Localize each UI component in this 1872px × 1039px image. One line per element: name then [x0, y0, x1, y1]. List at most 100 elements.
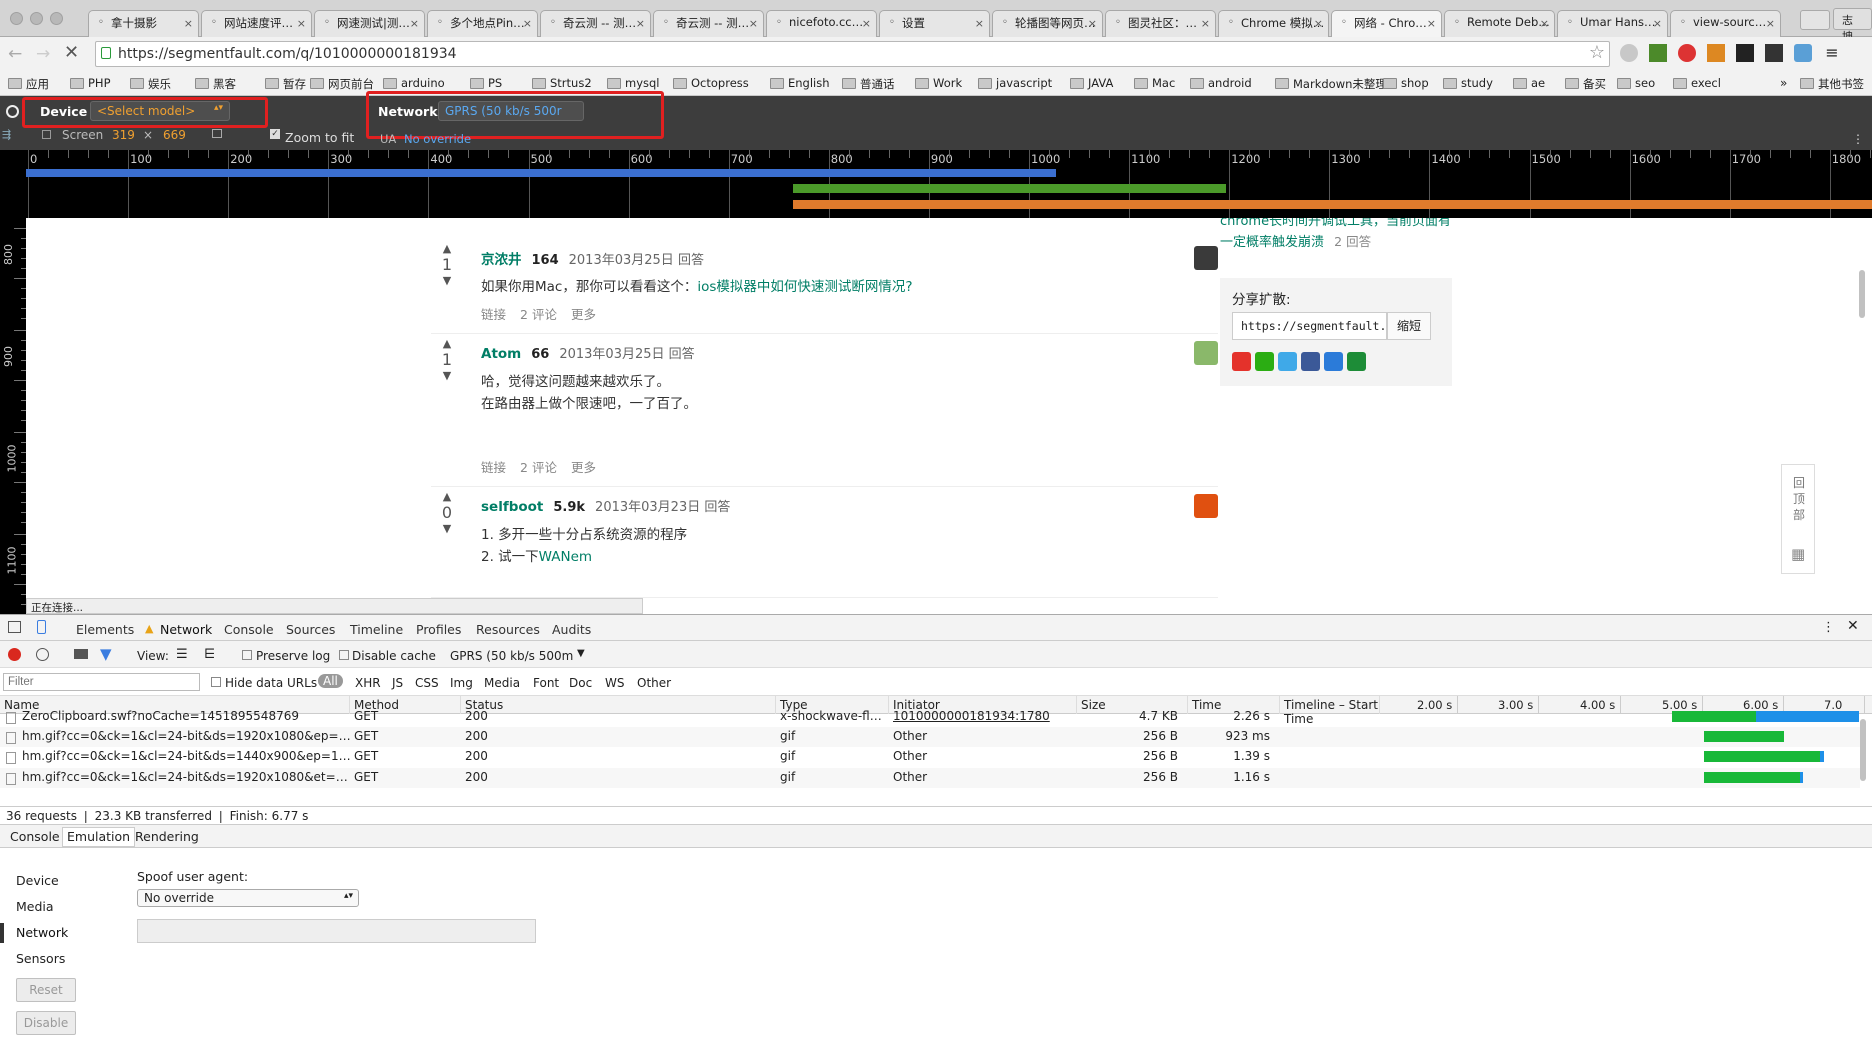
emulation-nav-item[interactable]: Media [0, 897, 100, 917]
extension-fe-icon[interactable] [1707, 44, 1725, 62]
forward-arrow-icon[interactable]: → [36, 44, 50, 64]
bookmarks-more[interactable]: » [1780, 76, 1787, 90]
bookmark-item[interactable]: javascript [978, 76, 1052, 90]
browser-tab[interactable]: ◦ 网速测试|测… × [314, 10, 425, 37]
avatar[interactable] [1194, 494, 1218, 518]
avatar[interactable] [1194, 246, 1218, 270]
disable-button[interactable]: Disable [16, 1011, 76, 1035]
bookmark-item[interactable]: study [1443, 76, 1493, 90]
table-row[interactable]: ZeroClipboard.swf?noCache=1451895548769 G… [0, 707, 1860, 727]
filter-type-button[interactable]: CSS [415, 676, 439, 690]
screen-height[interactable]: 669 [163, 128, 186, 142]
filter-type-button[interactable]: JS [392, 676, 403, 690]
weibo-icon[interactable] [1232, 352, 1251, 371]
devtools-tab[interactable]: Audits [552, 622, 591, 637]
filter-type-button[interactable]: XHR [355, 676, 381, 690]
extension-gray-icon[interactable] [1620, 44, 1638, 62]
douban-icon[interactable] [1347, 352, 1366, 371]
filter-type-button[interactable]: All [318, 674, 343, 688]
bookmark-item[interactable]: ae [1513, 76, 1545, 90]
answer-action-link[interactable]: 链接 [481, 460, 506, 475]
extension-jp-icon[interactable] [1736, 44, 1754, 62]
filter-type-button[interactable]: Other [637, 676, 671, 690]
answer-action-link[interactable]: 更多 [571, 307, 596, 322]
answer-action-link[interactable]: 链接 [481, 307, 506, 322]
browser-tab[interactable]: ◦ nicefoto.cc… × [766, 10, 877, 37]
upvote-icon[interactable]: ▲ [431, 490, 463, 503]
bookmark-item[interactable]: Octopress [673, 76, 749, 90]
browser-tab[interactable]: ◦ 网站速度评… × [201, 10, 312, 37]
tab-close-icon[interactable]: × [1088, 17, 1097, 30]
browser-tab[interactable]: ◦ 图灵社区：… × [1105, 10, 1216, 37]
answer-author[interactable]: Atom [481, 346, 521, 362]
bookmark-other[interactable]: 其他书签 [1800, 76, 1864, 92]
throttle-select[interactable]: GPRS (50 kb/s 500m [450, 649, 573, 663]
filter-type-button[interactable]: WS [605, 676, 624, 690]
bookmark-item[interactable]: 普通话 [842, 76, 895, 92]
bookmark-item[interactable]: Markdown未整理 [1275, 76, 1387, 92]
bookmark-item[interactable]: 娱乐 [130, 76, 171, 92]
twitter-icon[interactable] [1278, 352, 1297, 371]
facebook-icon[interactable] [1301, 352, 1320, 371]
spoof-ua-select[interactable]: No override ▴▾ [137, 889, 359, 907]
devtools-more-icon[interactable]: ⋮ [1822, 620, 1835, 635]
chevron-down-icon[interactable]: ▼ [577, 648, 585, 659]
bookmark-item[interactable]: shop [1383, 76, 1429, 90]
filter-type-button[interactable]: Font [533, 676, 559, 690]
answer-author[interactable]: 京浓井 [481, 252, 522, 268]
disable-emulation-icon[interactable] [6, 105, 19, 118]
menu-icon[interactable]: ≡ [1823, 44, 1841, 62]
devtools-tab[interactable]: Elements [76, 622, 134, 637]
drawer-tab[interactable]: Emulation [62, 827, 136, 847]
back-arrow-icon[interactable]: ← [8, 44, 22, 64]
tab-close-icon[interactable]: × [410, 17, 419, 30]
browser-tab[interactable]: ◦ 设置 × [879, 10, 990, 37]
devtools-tab[interactable]: Sources [286, 622, 335, 637]
large-rows-icon[interactable]: ☰ [176, 647, 188, 662]
tab-close-icon[interactable]: × [1766, 17, 1775, 30]
bookmark-item[interactable]: Strtus2 [532, 76, 592, 90]
media-query-bar-orange[interactable] [793, 200, 1872, 209]
emulation-nav-item[interactable]: Device [0, 871, 100, 891]
bookmark-item[interactable]: Work [915, 76, 962, 90]
extension-red-icon[interactable] [1678, 44, 1696, 62]
reset-button[interactable]: Reset [16, 978, 76, 1002]
bookmark-item[interactable]: 黑客 [195, 76, 236, 92]
bookmark-item[interactable]: 备买 [1565, 76, 1606, 92]
screenshot-video-icon[interactable] [74, 649, 88, 659]
table-row[interactable]: hm.gif?cc=0&ck=1&cl=24-bit&ds=1920x1080&… [0, 768, 1860, 788]
extension-camera-icon[interactable] [1794, 44, 1812, 62]
browser-tab[interactable]: ◦ Umar Hans… × [1557, 10, 1668, 37]
shorten-button[interactable]: 缩短 [1387, 312, 1431, 340]
emulation-toggle-icon[interactable]: ⇶ [2, 128, 11, 141]
media-query-bar-green[interactable] [793, 184, 1226, 193]
avatar[interactable] [1194, 341, 1218, 365]
inspect-element-icon[interactable] [8, 621, 21, 633]
overview-icon[interactable]: ⋿ [204, 647, 215, 662]
renren-icon[interactable] [1324, 352, 1343, 371]
preserve-log-checkbox[interactable] [242, 650, 252, 660]
upvote-icon[interactable]: ▲ [431, 337, 463, 350]
drawer-tab[interactable]: Rendering [135, 829, 199, 844]
filter-input[interactable] [3, 673, 200, 691]
table-row[interactable]: hm.gif?cc=0&ck=1&cl=24-bit&ds=1920x1080&… [0, 727, 1860, 747]
device-mode-icon[interactable] [37, 620, 46, 634]
answer-action-link[interactable]: 2 评论 [520, 460, 557, 475]
browser-tab[interactable]: ◦ 奇云测 -- 测… × [653, 10, 764, 37]
clear-icon[interactable] [36, 648, 49, 661]
tab-close-icon[interactable]: × [1427, 17, 1436, 30]
bookmark-item[interactable]: JAVA [1070, 76, 1113, 90]
bookmark-item[interactable]: Mac [1134, 76, 1175, 90]
share-url-input[interactable]: https://segmentfault.com/q/1010000000181… [1232, 312, 1387, 340]
bookmark-item[interactable]: execl [1673, 76, 1721, 90]
answer-author[interactable]: selfboot [481, 499, 543, 515]
network-scrollbar[interactable] [1860, 719, 1866, 781]
bookmark-item[interactable]: arduino [383, 76, 445, 90]
emulation-more-icon[interactable]: ⋮ [1852, 132, 1864, 146]
drawer-tab[interactable]: Console [10, 829, 60, 844]
downvote-icon[interactable]: ▼ [431, 369, 463, 382]
bookmark-item[interactable]: 应用 [8, 76, 49, 92]
emulation-nav-item[interactable]: Network [0, 923, 100, 943]
extension-tool-icon[interactable] [1765, 44, 1783, 62]
qr-code-icon[interactable]: ▦ [1791, 545, 1805, 563]
